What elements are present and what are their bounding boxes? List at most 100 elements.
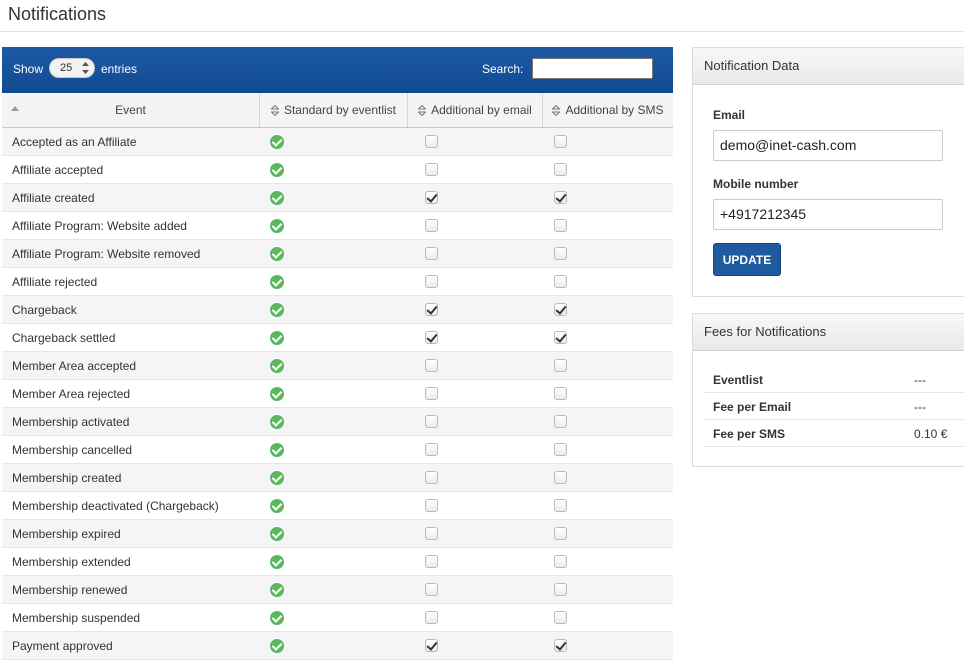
email-checkbox[interactable] [425,359,438,372]
sms-checkbox[interactable] [554,135,567,148]
standard-cell [260,380,408,407]
email-cell [408,184,543,211]
mobile-number-label: Mobile number [713,177,799,191]
email-checkbox[interactable] [425,275,438,288]
sms-checkbox[interactable] [554,303,567,316]
sms-checkbox[interactable] [554,191,567,204]
email-label: Email [713,108,746,122]
sms-checkbox[interactable] [554,555,567,568]
email-checkbox[interactable] [425,583,438,596]
check-circle-icon [270,610,284,625]
email-checkbox[interactable] [425,219,438,232]
table-row: Chargeback [2,296,673,324]
email-checkbox[interactable] [425,135,438,148]
standard-cell [260,576,408,603]
update-button[interactable]: UPDATE [713,243,781,276]
fee-row-eventlist: Eventlist --- [703,366,964,393]
email-checkbox[interactable] [425,471,438,484]
check-circle-icon [270,414,284,429]
standard-cell [260,212,408,239]
sms-checkbox[interactable] [554,247,567,260]
column-header-sms[interactable]: Additional by SMS [543,93,673,127]
fee-value: 0.10 € [914,427,948,441]
column-header-email[interactable]: Additional by email [408,93,543,127]
sms-checkbox[interactable] [554,443,567,456]
table-row: Affiliate accepted [2,156,673,184]
sms-checkbox[interactable] [554,331,567,344]
email-field[interactable]: demo@inet-cash.com [713,130,943,161]
standard-cell [260,604,408,631]
check-circle-icon [270,582,284,597]
standard-cell [260,352,408,379]
sort-ascending-icon [11,106,19,111]
sms-cell [543,324,673,351]
email-checkbox[interactable] [425,387,438,400]
check-circle-icon [270,218,284,233]
email-cell [408,604,543,631]
sms-checkbox[interactable] [554,359,567,372]
event-name: Member Area rejected [12,386,131,401]
sms-checkbox[interactable] [554,275,567,288]
sms-checkbox[interactable] [554,387,567,400]
email-checkbox[interactable] [425,191,438,204]
search-input[interactable] [532,58,653,79]
table-row: Membership created [2,464,673,492]
standard-cell [260,296,408,323]
email-cell [408,576,543,603]
email-checkbox[interactable] [425,303,438,316]
sms-cell [543,296,673,323]
email-checkbox[interactable] [425,247,438,260]
fee-row-email: Fee per Email --- [703,393,964,420]
entries-per-page-select[interactable]: 25 [49,58,95,78]
email-checkbox[interactable] [425,499,438,512]
email-cell [408,268,543,295]
email-checkbox[interactable] [425,611,438,624]
email-cell [408,548,543,575]
standard-cell [260,492,408,519]
sms-checkbox[interactable] [554,219,567,232]
email-cell [408,128,543,155]
email-cell [408,156,543,183]
title-divider [0,31,964,32]
table-row: Affiliate Program: Website removed [2,240,673,268]
sms-checkbox[interactable] [554,499,567,512]
table-row: Affiliate rejected [2,268,673,296]
sms-checkbox[interactable] [554,527,567,540]
mobile-number-field[interactable]: +4917212345 [713,199,943,230]
sms-cell [543,352,673,379]
sms-cell [543,492,673,519]
event-name: Payment approved [12,638,113,653]
sms-cell [543,380,673,407]
email-checkbox[interactable] [425,527,438,540]
sms-checkbox[interactable] [554,415,567,428]
table-row: Membership cancelled [2,436,673,464]
sort-arrows-icon [418,104,427,116]
sms-checkbox[interactable] [554,583,567,596]
email-checkbox[interactable] [425,555,438,568]
sms-checkbox[interactable] [554,471,567,484]
sms-cell [543,576,673,603]
email-checkbox[interactable] [425,163,438,176]
email-checkbox[interactable] [425,415,438,428]
table-row: Chargeback settled [2,324,673,352]
sms-cell [543,520,673,547]
standard-cell [260,184,408,211]
sms-cell [543,408,673,435]
sms-cell [543,128,673,155]
sms-checkbox[interactable] [554,163,567,176]
fee-value: --- [914,400,926,414]
column-header-event[interactable]: Event [2,93,260,127]
check-circle-icon [270,498,284,513]
standard-cell [260,632,408,659]
sms-cell [543,212,673,239]
sms-checkbox[interactable] [554,611,567,624]
event-name: Membership cancelled [12,442,133,457]
column-header-label: Additional by email [431,103,532,117]
email-checkbox[interactable] [425,639,438,652]
email-cell [408,240,543,267]
email-checkbox[interactable] [425,331,438,344]
events-table-panel: Show 25 entries Search: Event Standard by… [2,47,673,662]
sms-checkbox[interactable] [554,639,567,652]
email-checkbox[interactable] [425,443,438,456]
column-header-standard[interactable]: Standard by eventlist [260,93,408,127]
